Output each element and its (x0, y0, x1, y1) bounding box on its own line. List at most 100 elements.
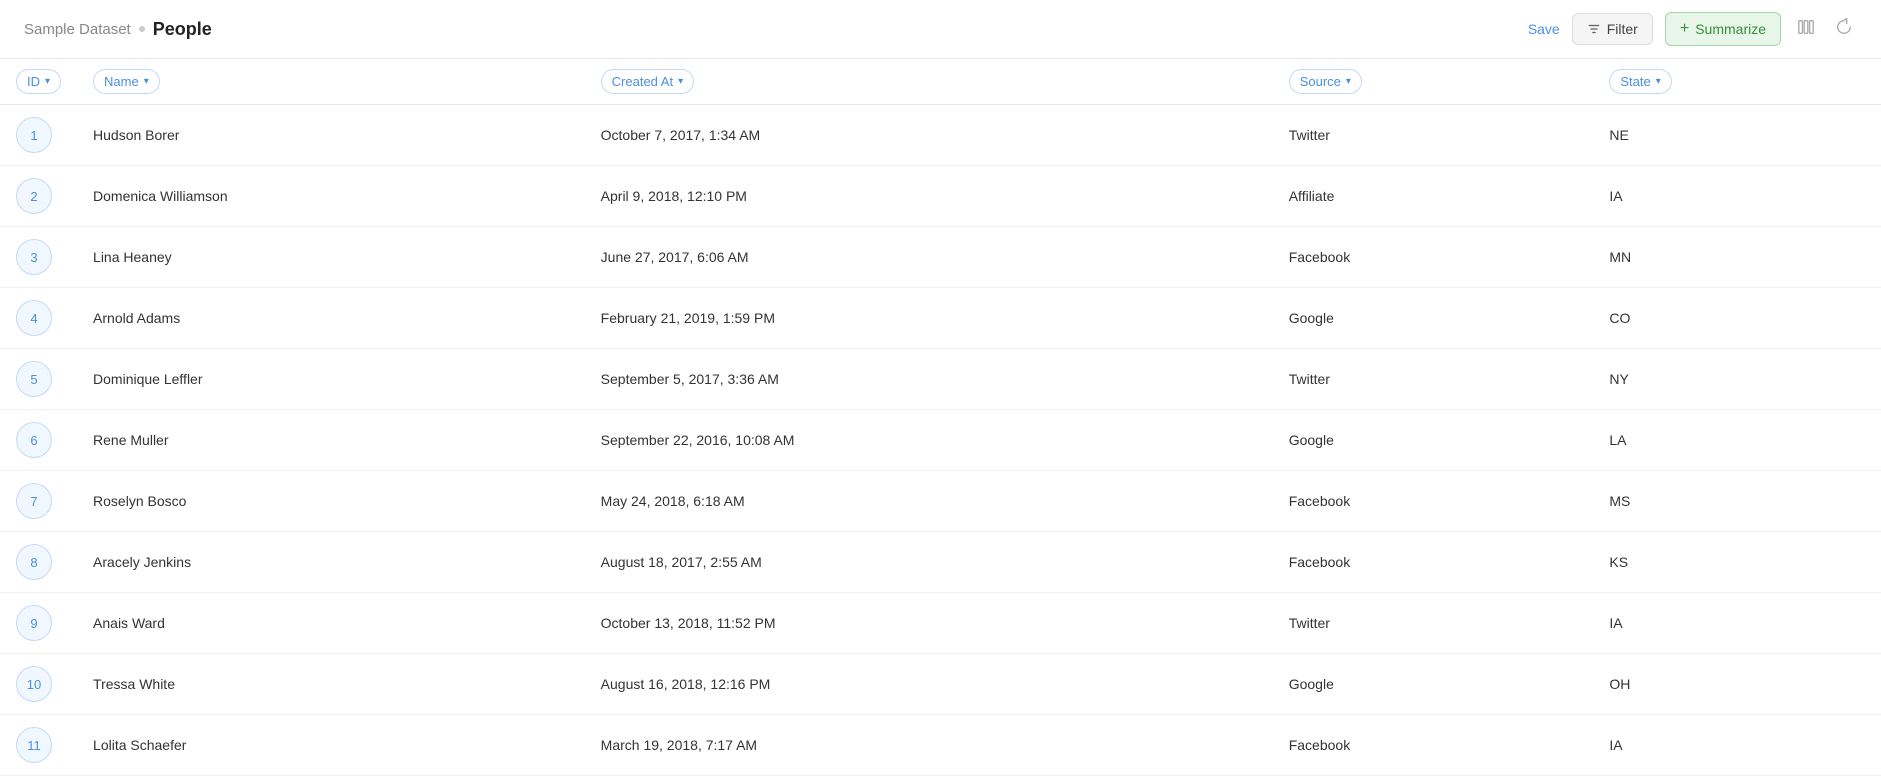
cell-name: Hudson Borer (77, 105, 585, 166)
col-id-label: ID (27, 74, 40, 89)
cell-created-at: March 19, 2018, 7:17 AM (585, 715, 1273, 776)
table-container: ID ▾ Name ▾ Created At ▾ (0, 59, 1881, 776)
cell-name: Domenica Williamson (77, 166, 585, 227)
header: Sample Dataset People Save Filter + Summ… (0, 0, 1881, 59)
col-source-header-button[interactable]: Source ▾ (1289, 69, 1362, 94)
cell-id: 11 (0, 715, 77, 776)
cell-state: NY (1593, 349, 1881, 410)
cell-created-at: June 27, 2017, 6:06 AM (585, 227, 1273, 288)
cell-state: OH (1593, 654, 1881, 715)
cell-source: Google (1273, 654, 1594, 715)
cell-state: MN (1593, 227, 1881, 288)
col-source-label: Source (1300, 74, 1341, 89)
table-row: 4Arnold AdamsFebruary 21, 2019, 1:59 PMG… (0, 288, 1881, 349)
columns-icon (1797, 18, 1815, 36)
cell-id: 5 (0, 349, 77, 410)
columns-button[interactable] (1793, 14, 1819, 45)
col-created-at-chevron: ▾ (678, 76, 683, 87)
cell-id: 10 (0, 654, 77, 715)
cell-name: Tressa White (77, 654, 585, 715)
cell-name: Arnold Adams (77, 288, 585, 349)
cell-name: Aracely Jenkins (77, 532, 585, 593)
header-dot (139, 26, 145, 32)
cell-id: 6 (0, 410, 77, 471)
col-created-at-label: Created At (612, 74, 673, 89)
save-button[interactable]: Save (1528, 21, 1560, 37)
table-row: 2 Domenica WilliamsonApril 9, 2018, 12:10… (0, 166, 1881, 227)
table-row: 8Aracely JenkinsAugust 18, 2017, 2:55 AM… (0, 532, 1881, 593)
cell-id: 2 (0, 166, 77, 227)
col-state-label: State (1620, 74, 1650, 89)
th-created-at: Created At ▾ (585, 59, 1273, 105)
row-id-badge: 11 (16, 727, 52, 763)
col-state-chevron: ▾ (1656, 76, 1661, 87)
cell-created-at: September 22, 2016, 10:08 AM (585, 410, 1273, 471)
cell-id: 7 (0, 471, 77, 532)
col-state-header-button[interactable]: State ▾ (1609, 69, 1671, 94)
refresh-button[interactable] (1831, 14, 1857, 45)
table-row: 6 Rene MullerSeptember 22, 2016, 10:08 AM… (0, 410, 1881, 471)
col-id-chevron: ▾ (45, 76, 50, 87)
header-right: Save Filter + Summarize (1528, 12, 1857, 46)
cell-created-at: April 9, 2018, 12:10 PM (585, 166, 1273, 227)
cell-state: IA (1593, 166, 1881, 227)
col-id-header-button[interactable]: ID ▾ (16, 69, 61, 94)
cell-source: Google (1273, 288, 1594, 349)
row-id-badge: 9 (16, 605, 52, 641)
cell-id: 1 (0, 105, 77, 166)
table-header-row: ID ▾ Name ▾ Created At ▾ (0, 59, 1881, 105)
page-title: People (153, 19, 212, 40)
table-row: 7Roselyn BoscoMay 24, 2018, 6:18 AMFaceb… (0, 471, 1881, 532)
cell-id: 4 (0, 288, 77, 349)
table-row: 9Anais WardOctober 13, 2018, 11:52 PMTwi… (0, 593, 1881, 654)
row-id-badge: 6 (16, 422, 52, 458)
cell-name: Rene Muller (77, 410, 585, 471)
th-source: Source ▾ (1273, 59, 1594, 105)
summarize-button[interactable]: + Summarize (1665, 12, 1781, 46)
cell-source: Facebook (1273, 471, 1594, 532)
cell-id: 9 (0, 593, 77, 654)
cell-state: CO (1593, 288, 1881, 349)
cell-state: NE (1593, 105, 1881, 166)
row-id-badge: 2 (16, 178, 52, 214)
cell-created-at: September 5, 2017, 3:36 AM (585, 349, 1273, 410)
cell-source: Facebook (1273, 532, 1594, 593)
refresh-icon (1835, 18, 1853, 36)
cell-source: Twitter (1273, 105, 1594, 166)
cell-source: Twitter (1273, 349, 1594, 410)
cell-created-at: May 24, 2018, 6:18 AM (585, 471, 1273, 532)
cell-created-at: October 13, 2018, 11:52 PM (585, 593, 1273, 654)
col-name-chevron: ▾ (144, 76, 149, 87)
table-row: 10Tressa WhiteAugust 16, 2018, 12:16 PMG… (0, 654, 1881, 715)
dataset-name: Sample Dataset (24, 21, 131, 38)
cell-created-at: August 16, 2018, 12:16 PM (585, 654, 1273, 715)
cell-name: Dominique Leffler (77, 349, 585, 410)
table-row: 1 Hudson BorerOctober 7, 2017, 1:34 AMTwi… (0, 105, 1881, 166)
cell-name: Anais Ward (77, 593, 585, 654)
row-id-badge: 1 (16, 117, 52, 153)
cell-name: Lina Heaney (77, 227, 585, 288)
filter-label: Filter (1607, 21, 1638, 37)
cell-source: Affiliate (1273, 166, 1594, 227)
row-id-badge: 4 (16, 300, 52, 336)
th-name: Name ▾ (77, 59, 585, 105)
plus-icon: + (1680, 20, 1689, 38)
filter-button[interactable]: Filter (1572, 13, 1653, 45)
data-table: ID ▾ Name ▾ Created At ▾ (0, 59, 1881, 776)
col-source-chevron: ▾ (1346, 76, 1351, 87)
col-created-at-header-button[interactable]: Created At ▾ (601, 69, 694, 94)
table-row: 11Lolita SchaeferMarch 19, 2018, 7:17 AM… (0, 715, 1881, 776)
summarize-label: Summarize (1695, 21, 1766, 37)
cell-source: Facebook (1273, 227, 1594, 288)
col-name-header-button[interactable]: Name ▾ (93, 69, 160, 94)
cell-source: Facebook (1273, 715, 1594, 776)
cell-state: MS (1593, 471, 1881, 532)
th-id: ID ▾ (0, 59, 77, 105)
cell-created-at: August 18, 2017, 2:55 AM (585, 532, 1273, 593)
cell-state: IA (1593, 715, 1881, 776)
cell-id: 3 (0, 227, 77, 288)
row-id-badge: 5 (16, 361, 52, 397)
header-left: Sample Dataset People (24, 19, 212, 40)
cell-created-at: October 7, 2017, 1:34 AM (585, 105, 1273, 166)
table-row: 3Lina HeaneyJune 27, 2017, 6:06 AMFacebo… (0, 227, 1881, 288)
